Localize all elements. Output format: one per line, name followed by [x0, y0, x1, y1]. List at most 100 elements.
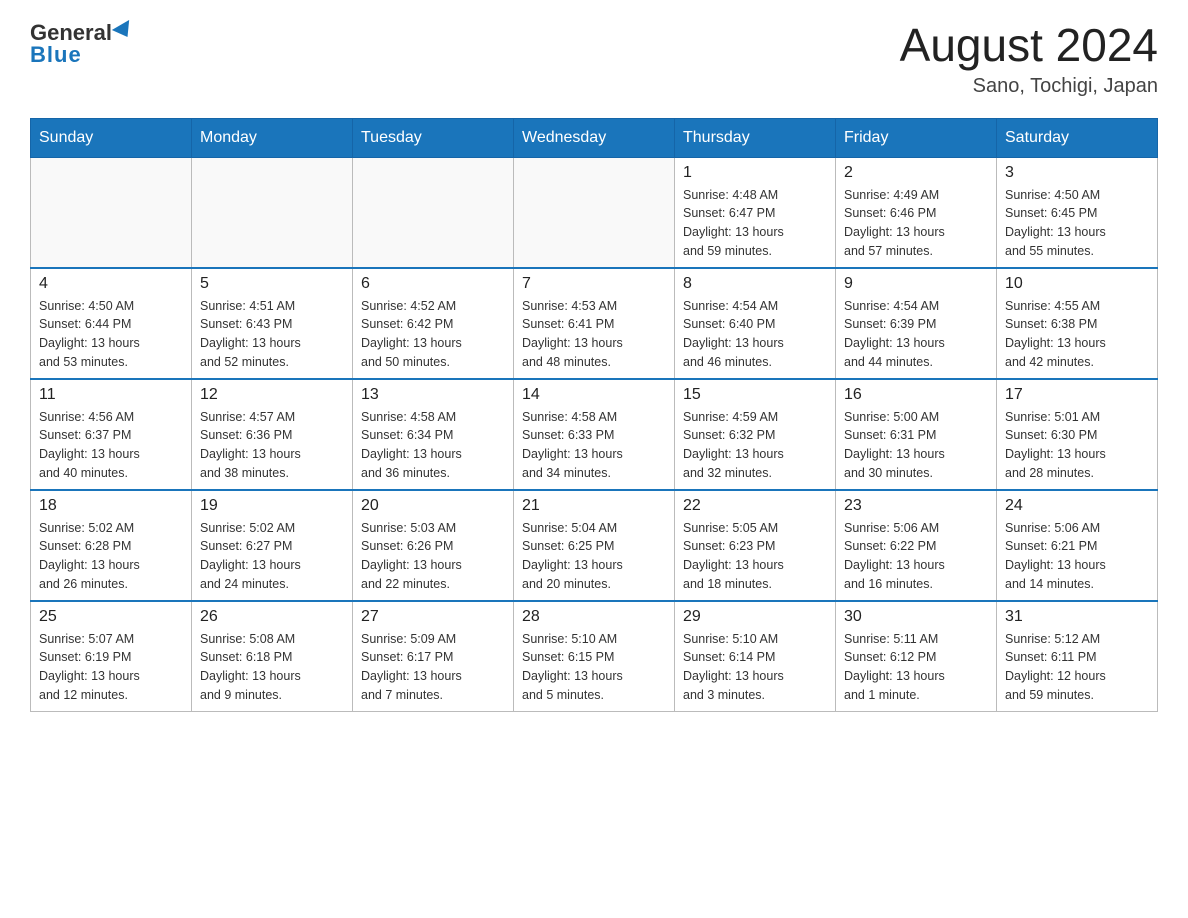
day-info: Sunrise: 4:50 AMSunset: 6:44 PMDaylight:… [39, 297, 183, 372]
calendar-cell: 5 Sunrise: 4:51 AMSunset: 6:43 PMDaylight… [192, 268, 353, 379]
calendar-cell: 1Sunrise: 4:48 AMSunset: 6:47 PMDaylight… [675, 157, 836, 268]
day-info: Sunrise: 4:54 AMSunset: 6:40 PMDaylight:… [683, 297, 827, 372]
calendar-cell: 14 Sunrise: 4:58 AMSunset: 6:33 PMDayligh… [514, 379, 675, 490]
day-info: Sunrise: 5:00 AMSunset: 6:31 PMDaylight:… [844, 408, 988, 483]
day-number: 15 [683, 386, 827, 404]
logo-triangle-icon [112, 20, 136, 42]
day-info: Sunrise: 4:55 AMSunset: 6:38 PMDaylight:… [1005, 297, 1149, 372]
day-number: 6 [361, 275, 505, 293]
weekday-header-sunday: Sunday [31, 118, 192, 157]
day-number: 23 [844, 497, 988, 515]
day-info: Sunrise: 4:51 AMSunset: 6:43 PMDaylight:… [200, 297, 344, 372]
calendar-week-row: 25 Sunrise: 5:07 AMSunset: 6:19 PMDayligh… [31, 601, 1158, 712]
calendar-cell: 9 Sunrise: 4:54 AMSunset: 6:39 PMDaylight… [836, 268, 997, 379]
day-info: Sunrise: 5:12 AMSunset: 6:11 PMDaylight:… [1005, 630, 1149, 705]
day-number: 20 [361, 497, 505, 515]
day-info: Sunrise: 4:53 AMSunset: 6:41 PMDaylight:… [522, 297, 666, 372]
calendar-cell: 28 Sunrise: 5:10 AMSunset: 6:15 PMDayligh… [514, 601, 675, 712]
day-number: 14 [522, 386, 666, 404]
calendar-cell: 30Sunrise: 5:11 AMSunset: 6:12 PMDayligh… [836, 601, 997, 712]
calendar-cell: 8 Sunrise: 4:54 AMSunset: 6:40 PMDaylight… [675, 268, 836, 379]
calendar-cell: 20 Sunrise: 5:03 AMSunset: 6:26 PMDayligh… [353, 490, 514, 601]
calendar-cell: 7 Sunrise: 4:53 AMSunset: 6:41 PMDaylight… [514, 268, 675, 379]
calendar-cell: 29 Sunrise: 5:10 AMSunset: 6:14 PMDayligh… [675, 601, 836, 712]
logo: General Blue [30, 20, 134, 68]
day-info: Sunrise: 4:58 AMSunset: 6:33 PMDaylight:… [522, 408, 666, 483]
day-number: 5 [200, 275, 344, 293]
day-info: Sunrise: 5:06 AMSunset: 6:21 PMDaylight:… [1005, 519, 1149, 594]
day-info: Sunrise: 4:48 AMSunset: 6:47 PMDaylight:… [683, 186, 827, 261]
day-number: 31 [1005, 608, 1149, 626]
day-number: 16 [844, 386, 988, 404]
day-info: Sunrise: 5:01 AMSunset: 6:30 PMDaylight:… [1005, 408, 1149, 483]
calendar-week-row: 18 Sunrise: 5:02 AMSunset: 6:28 PMDayligh… [31, 490, 1158, 601]
calendar-week-row: 4 Sunrise: 4:50 AMSunset: 6:44 PMDaylight… [31, 268, 1158, 379]
day-info: Sunrise: 4:50 AMSunset: 6:45 PMDaylight:… [1005, 186, 1149, 261]
day-info: Sunrise: 5:10 AMSunset: 6:14 PMDaylight:… [683, 630, 827, 705]
day-number: 25 [39, 608, 183, 626]
calendar-cell: 22 Sunrise: 5:05 AMSunset: 6:23 PMDayligh… [675, 490, 836, 601]
day-info: Sunrise: 5:03 AMSunset: 6:26 PMDaylight:… [361, 519, 505, 594]
calendar-cell [514, 157, 675, 268]
day-info: Sunrise: 4:58 AMSunset: 6:34 PMDaylight:… [361, 408, 505, 483]
day-info: Sunrise: 5:10 AMSunset: 6:15 PMDaylight:… [522, 630, 666, 705]
calendar-cell: 16 Sunrise: 5:00 AMSunset: 6:31 PMDayligh… [836, 379, 997, 490]
calendar-cell: 6Sunrise: 4:52 AMSunset: 6:42 PMDaylight… [353, 268, 514, 379]
logo-blue-text: Blue [30, 42, 82, 68]
calendar-week-row: 11Sunrise: 4:56 AMSunset: 6:37 PMDayligh… [31, 379, 1158, 490]
day-number: 7 [522, 275, 666, 293]
weekday-header-tuesday: Tuesday [353, 118, 514, 157]
day-number: 24 [1005, 497, 1149, 515]
day-number: 28 [522, 608, 666, 626]
calendar-cell: 18 Sunrise: 5:02 AMSunset: 6:28 PMDayligh… [31, 490, 192, 601]
day-number: 3 [1005, 164, 1149, 182]
calendar-cell: 31 Sunrise: 5:12 AMSunset: 6:11 PMDayligh… [997, 601, 1158, 712]
day-number: 29 [683, 608, 827, 626]
day-number: 9 [844, 275, 988, 293]
calendar-cell: 11Sunrise: 4:56 AMSunset: 6:37 PMDayligh… [31, 379, 192, 490]
calendar-table: SundayMondayTuesdayWednesdayThursdayFrid… [30, 118, 1158, 712]
day-number: 11 [39, 386, 183, 404]
weekday-header-wednesday: Wednesday [514, 118, 675, 157]
weekday-header-friday: Friday [836, 118, 997, 157]
day-number: 17 [1005, 386, 1149, 404]
day-number: 12 [200, 386, 344, 404]
calendar-cell: 12 Sunrise: 4:57 AMSunset: 6:36 PMDayligh… [192, 379, 353, 490]
day-info: Sunrise: 4:57 AMSunset: 6:36 PMDaylight:… [200, 408, 344, 483]
day-number: 19 [200, 497, 344, 515]
day-info: Sunrise: 5:09 AMSunset: 6:17 PMDaylight:… [361, 630, 505, 705]
day-number: 4 [39, 275, 183, 293]
calendar-cell [192, 157, 353, 268]
day-number: 8 [683, 275, 827, 293]
day-info: Sunrise: 4:59 AMSunset: 6:32 PMDaylight:… [683, 408, 827, 483]
page-header: General Blue August 2024 Sano, Tochigi, … [30, 20, 1158, 98]
calendar-cell [31, 157, 192, 268]
calendar-cell: 26 Sunrise: 5:08 AMSunset: 6:18 PMDayligh… [192, 601, 353, 712]
calendar-cell: 13 Sunrise: 4:58 AMSunset: 6:34 PMDayligh… [353, 379, 514, 490]
month-year-title: August 2024 [900, 20, 1158, 71]
day-info: Sunrise: 5:08 AMSunset: 6:18 PMDaylight:… [200, 630, 344, 705]
location-subtitle: Sano, Tochigi, Japan [900, 75, 1158, 98]
day-number: 21 [522, 497, 666, 515]
day-number: 22 [683, 497, 827, 515]
calendar-cell: 24 Sunrise: 5:06 AMSunset: 6:21 PMDayligh… [997, 490, 1158, 601]
weekday-header-monday: Monday [192, 118, 353, 157]
day-info: Sunrise: 5:04 AMSunset: 6:25 PMDaylight:… [522, 519, 666, 594]
weekday-header-saturday: Saturday [997, 118, 1158, 157]
calendar-week-row: 1Sunrise: 4:48 AMSunset: 6:47 PMDaylight… [31, 157, 1158, 268]
day-number: 18 [39, 497, 183, 515]
day-info: Sunrise: 5:05 AMSunset: 6:23 PMDaylight:… [683, 519, 827, 594]
day-number: 13 [361, 386, 505, 404]
calendar-cell: 3 Sunrise: 4:50 AMSunset: 6:45 PMDaylight… [997, 157, 1158, 268]
calendar-cell: 25 Sunrise: 5:07 AMSunset: 6:19 PMDayligh… [31, 601, 192, 712]
day-number: 26 [200, 608, 344, 626]
day-number: 2 [844, 164, 988, 182]
calendar-cell: 17 Sunrise: 5:01 AMSunset: 6:30 PMDayligh… [997, 379, 1158, 490]
day-info: Sunrise: 5:06 AMSunset: 6:22 PMDaylight:… [844, 519, 988, 594]
weekday-header-row: SundayMondayTuesdayWednesdayThursdayFrid… [31, 118, 1158, 157]
day-info: Sunrise: 4:54 AMSunset: 6:39 PMDaylight:… [844, 297, 988, 372]
day-info: Sunrise: 5:07 AMSunset: 6:19 PMDaylight:… [39, 630, 183, 705]
day-info: Sunrise: 5:02 AMSunset: 6:28 PMDaylight:… [39, 519, 183, 594]
day-info: Sunrise: 5:02 AMSunset: 6:27 PMDaylight:… [200, 519, 344, 594]
calendar-cell: 15 Sunrise: 4:59 AMSunset: 6:32 PMDayligh… [675, 379, 836, 490]
